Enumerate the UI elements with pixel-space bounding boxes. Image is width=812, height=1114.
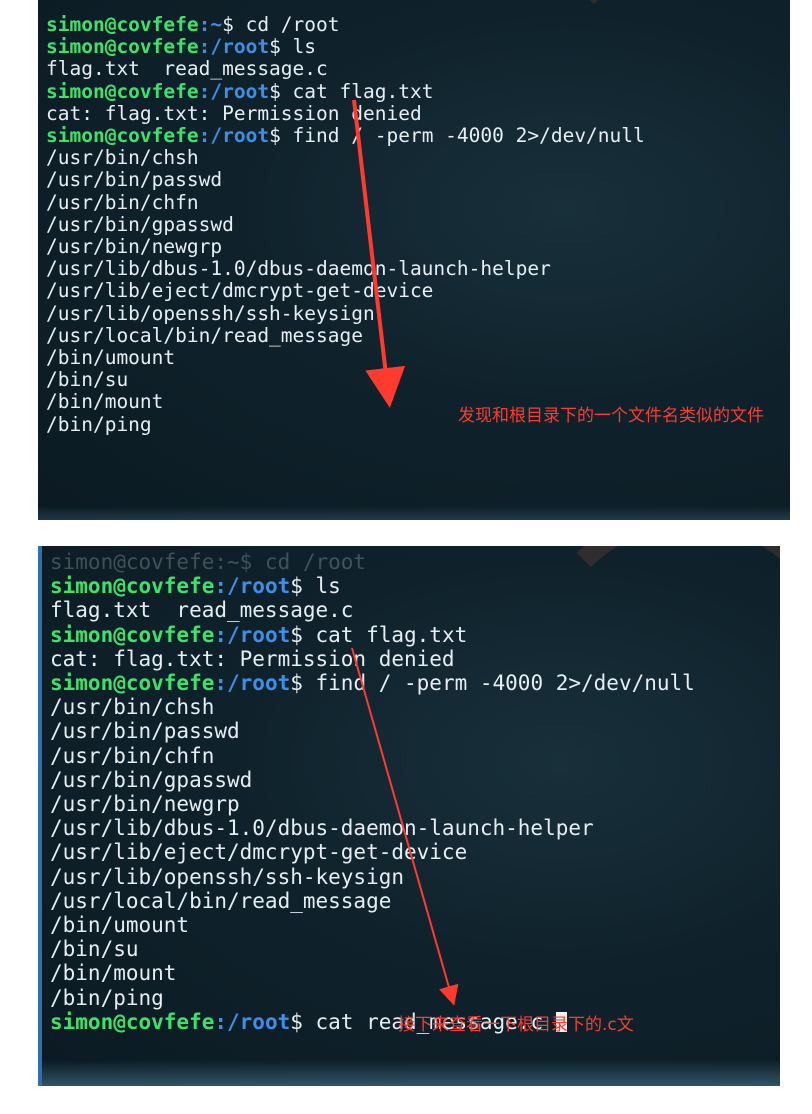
annotation-arrow-2	[351, 647, 459, 1006]
annotation-arrow-1	[352, 99, 406, 408]
annotation-arrows	[351, 99, 459, 1006]
